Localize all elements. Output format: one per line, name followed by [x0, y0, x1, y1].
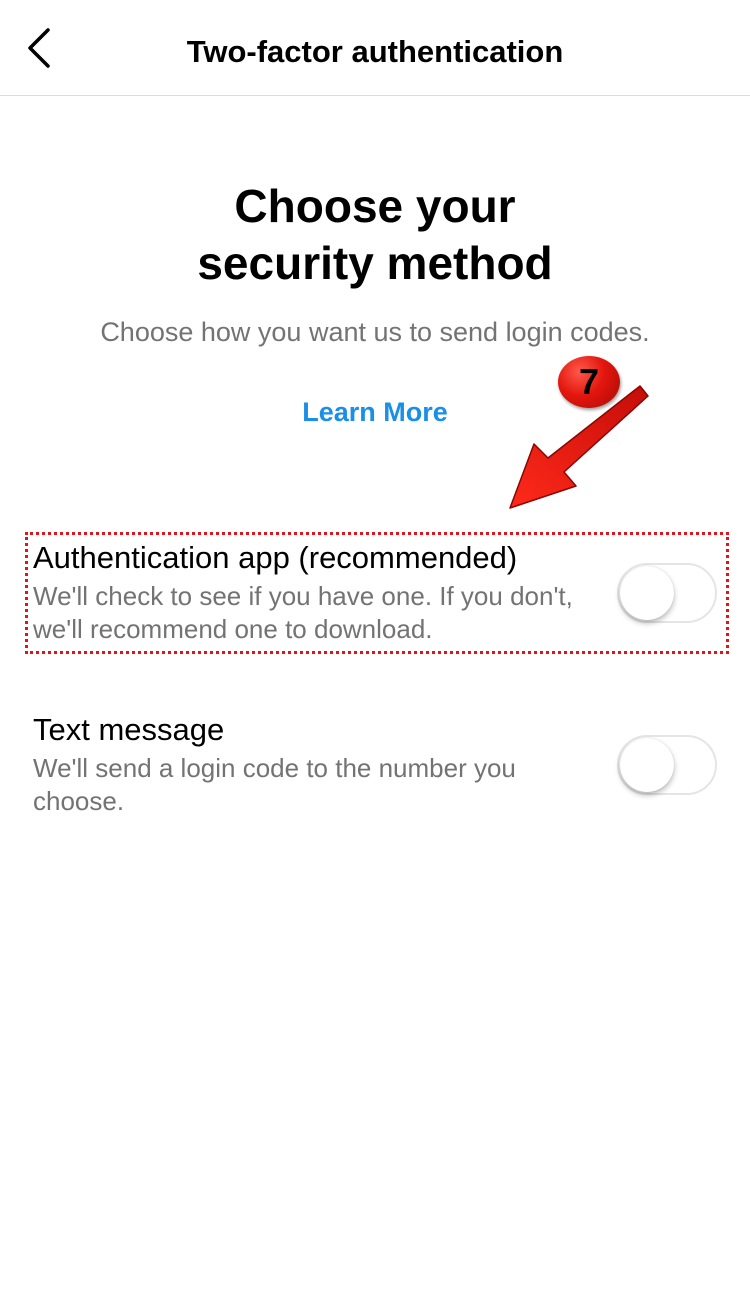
toggle-knob [620, 738, 674, 792]
section-heading: Choose your security method [0, 178, 750, 292]
heading-line-1: Choose your [234, 180, 516, 232]
option-description: We'll send a login code to the number yo… [33, 753, 516, 816]
page-title: Two-factor authentication [186, 34, 564, 69]
step-number-badge: 7 [558, 356, 620, 408]
section-subtitle: Choose how you want us to send login cod… [100, 317, 650, 347]
heading-line-2: security method [197, 237, 553, 289]
option-title: Text message [33, 712, 225, 747]
annotation-highlight-box [25, 532, 729, 654]
text-message-toggle[interactable] [617, 735, 717, 795]
navigation-bar: Two-factor authentication [0, 0, 750, 96]
